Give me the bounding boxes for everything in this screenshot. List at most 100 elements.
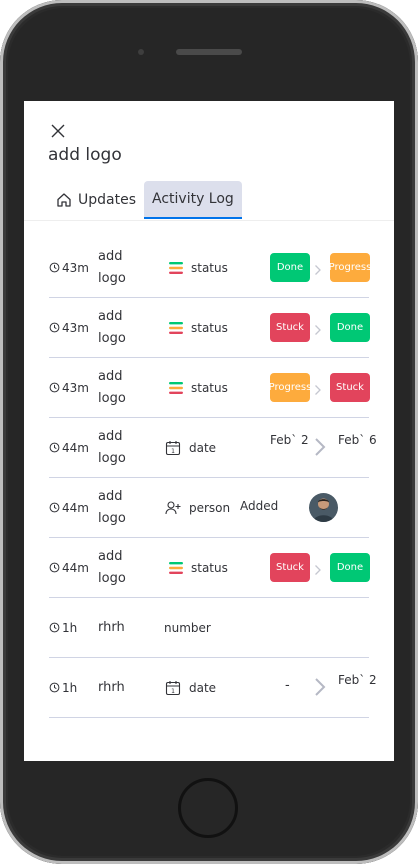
log-time: 44m bbox=[49, 538, 89, 597]
column-name: person bbox=[189, 500, 231, 515]
log-row: 43m add logo status Stuck Done bbox=[49, 298, 370, 358]
date-to: Feb` 2 bbox=[338, 673, 377, 687]
status-from-pill: Stuck bbox=[270, 313, 310, 342]
clock-icon bbox=[49, 562, 62, 573]
status-from-pill: Stuck bbox=[270, 553, 310, 582]
log-column: person bbox=[165, 478, 230, 537]
calendar-icon: 1 bbox=[165, 440, 181, 456]
column-name: status bbox=[191, 560, 228, 575]
avatar bbox=[309, 493, 338, 522]
activity-log-list: 43m add logo status Done Progress 43m add logo… bbox=[49, 238, 377, 718]
status-from-pill: Progress bbox=[269, 373, 311, 402]
column-name: date bbox=[189, 680, 217, 695]
column-name: status bbox=[191, 320, 228, 335]
log-time: 1h bbox=[49, 658, 77, 717]
log-item-name: rhrh bbox=[98, 679, 125, 695]
status-column-icon bbox=[169, 261, 183, 275]
clock-icon bbox=[49, 322, 62, 333]
column-name: date bbox=[189, 440, 217, 455]
log-column: status bbox=[169, 538, 228, 597]
status-to-pill: Done bbox=[330, 313, 370, 342]
status-to-pill: Done bbox=[330, 553, 370, 582]
svg-text:1: 1 bbox=[171, 448, 175, 455]
item-title: add logo bbox=[48, 145, 122, 165]
clock-icon bbox=[49, 682, 62, 693]
tab-activity-log[interactable]: Activity Log bbox=[144, 181, 242, 219]
tab-divider bbox=[24, 220, 394, 221]
chevron-right-icon bbox=[314, 321, 322, 340]
camera bbox=[138, 49, 144, 55]
log-time: 43m bbox=[49, 298, 89, 357]
log-time: 44m bbox=[49, 478, 89, 537]
time-text: 44m bbox=[62, 560, 89, 575]
tab-updates-label: Updates bbox=[78, 192, 136, 208]
person-add-icon bbox=[165, 500, 181, 516]
chevron-right-icon bbox=[313, 436, 327, 462]
log-time: 43m bbox=[49, 238, 89, 297]
log-column: 1 date bbox=[165, 418, 216, 477]
time-text: 44m bbox=[62, 440, 89, 455]
phone-frame: add logo Updates Activity Log 43m add log… bbox=[0, 0, 418, 864]
log-item-name: add logo bbox=[98, 428, 126, 466]
log-column: status bbox=[169, 358, 228, 417]
log-column: 1 date bbox=[165, 658, 216, 717]
tab-activity-log-label: Activity Log bbox=[152, 191, 234, 207]
status-column-icon bbox=[169, 561, 183, 575]
person-action: Added bbox=[240, 499, 279, 513]
close-icon[interactable] bbox=[50, 123, 66, 139]
column-name: status bbox=[191, 260, 228, 275]
time-text: 44m bbox=[62, 500, 89, 515]
log-item-name: add logo bbox=[98, 248, 126, 286]
clock-icon bbox=[49, 262, 62, 273]
log-row: 1h rhrh number bbox=[49, 598, 369, 658]
chevron-right-icon bbox=[314, 381, 322, 400]
log-row: 43m add logo status Done Progress bbox=[49, 238, 371, 298]
speaker bbox=[176, 49, 242, 55]
date-from: Feb` 2 bbox=[270, 433, 309, 447]
clock-icon bbox=[49, 622, 62, 633]
log-row: 43m add logo status Progress Stuck bbox=[49, 358, 370, 418]
chevron-right-icon bbox=[313, 676, 327, 702]
date-to: Feb` 6 bbox=[338, 433, 377, 447]
log-item-name: add logo bbox=[98, 548, 126, 586]
column-name: status bbox=[191, 380, 228, 395]
log-time: 43m bbox=[49, 358, 89, 417]
item-panel: add logo Updates Activity Log 43m add log… bbox=[24, 101, 394, 761]
log-row: 1h rhrh 1 date - Feb` 2 bbox=[49, 658, 377, 718]
log-item-name: rhrh bbox=[98, 619, 125, 635]
log-item-name: add logo bbox=[98, 368, 126, 406]
time-text: 43m bbox=[62, 260, 89, 275]
status-to-pill: Stuck bbox=[330, 373, 370, 402]
date-from: - bbox=[285, 678, 290, 693]
tab-updates[interactable]: Updates bbox=[48, 181, 144, 219]
status-column-icon bbox=[169, 381, 183, 395]
log-item-name: add logo bbox=[98, 488, 126, 526]
chevron-right-icon bbox=[314, 561, 322, 580]
log-row: 44m add logo person Added bbox=[49, 478, 369, 538]
log-column: number bbox=[164, 598, 211, 657]
time-text: 1h bbox=[62, 620, 78, 635]
log-column: status bbox=[169, 298, 228, 357]
status-from-pill: Done bbox=[270, 253, 310, 282]
log-row: 44m add logo 1 date Feb` 2 Feb` 6 bbox=[49, 418, 377, 478]
calendar-icon: 1 bbox=[165, 680, 181, 696]
svg-text:1: 1 bbox=[171, 688, 175, 695]
log-row: 44m add logo status Stuck Done bbox=[49, 538, 370, 598]
log-column: status bbox=[169, 238, 228, 297]
time-text: 1h bbox=[62, 680, 78, 695]
column-name: number bbox=[164, 620, 211, 635]
chevron-right-icon bbox=[314, 261, 322, 280]
log-item-name: add logo bbox=[98, 308, 126, 346]
time-text: 43m bbox=[62, 320, 89, 335]
log-time: 1h bbox=[49, 598, 77, 657]
clock-icon bbox=[49, 502, 62, 513]
status-column-icon bbox=[169, 321, 183, 335]
clock-icon bbox=[49, 442, 62, 453]
clock-icon bbox=[49, 382, 62, 393]
log-time: 44m bbox=[49, 418, 89, 477]
tab-bar: Updates Activity Log bbox=[48, 181, 242, 221]
home-button[interactable] bbox=[178, 778, 238, 838]
status-to-pill: Progress bbox=[329, 253, 371, 282]
home-icon bbox=[57, 193, 71, 207]
time-text: 43m bbox=[62, 380, 89, 395]
